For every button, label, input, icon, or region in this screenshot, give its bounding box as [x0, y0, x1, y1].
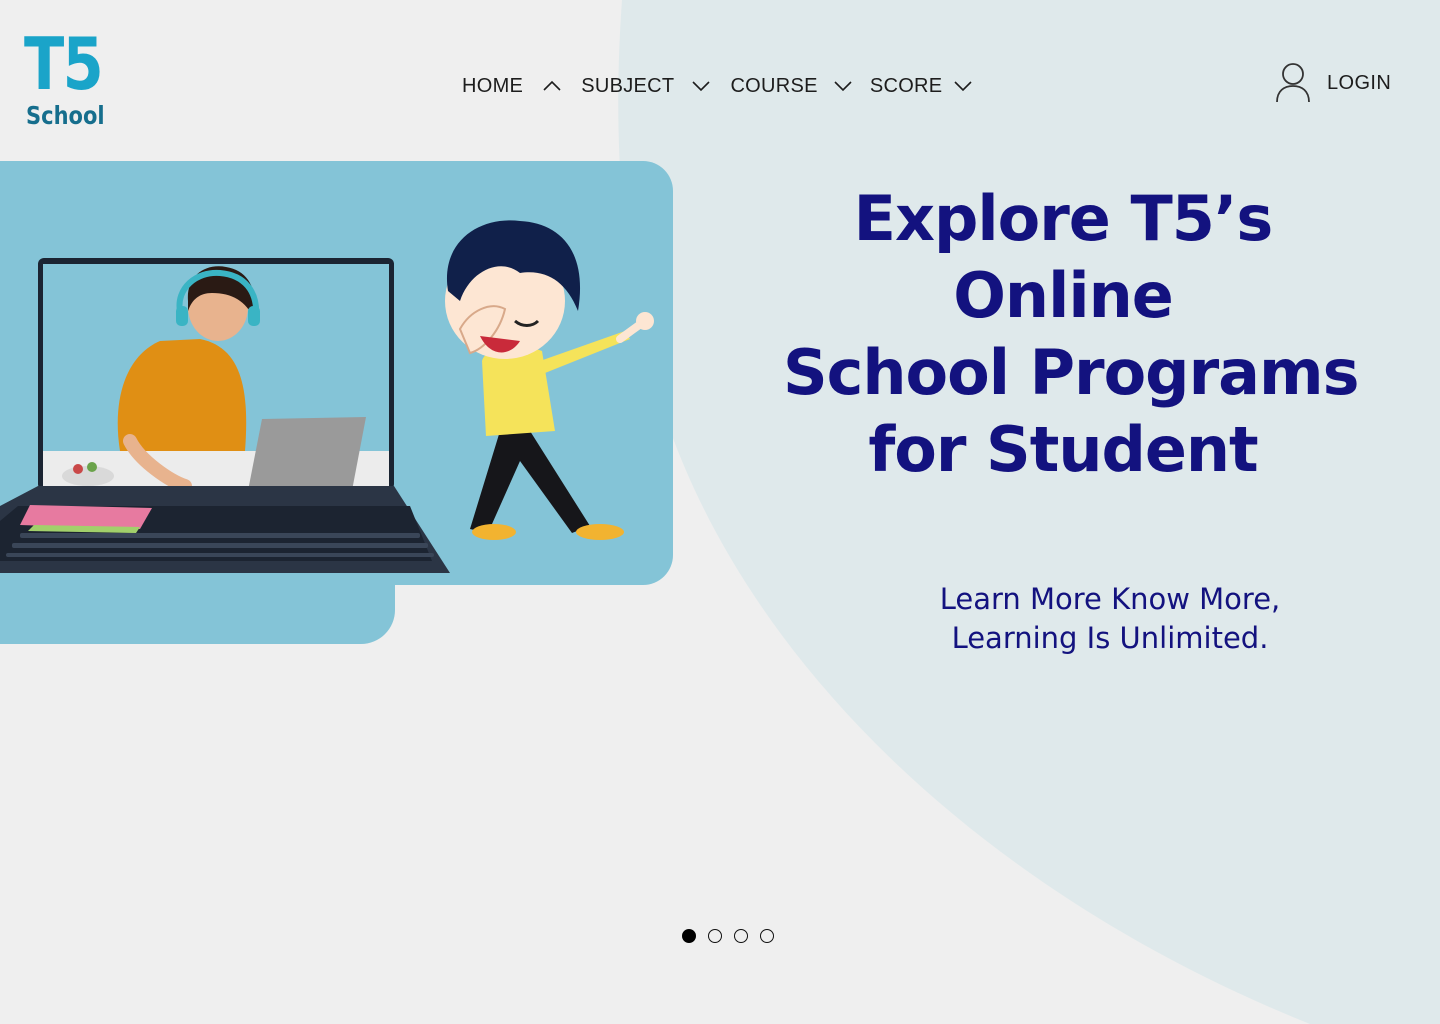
chevron-down-icon: [954, 81, 973, 92]
brand-logo[interactable]: T5 School: [24, 22, 105, 130]
carousel-dots: [682, 929, 774, 943]
nav-item-subject[interactable]: SUBJECT: [581, 75, 730, 98]
hero-illustration: [0, 220, 654, 573]
login-button[interactable]: LOGIN: [1275, 62, 1391, 104]
hero-headline-line-1: Explore T5’s: [853, 182, 1274, 255]
hero-image: [0, 161, 673, 585]
hero-headline-line-2: Online: [953, 259, 1174, 332]
cartoon-boy: [445, 220, 654, 540]
nav-item-course[interactable]: COURSE: [730, 75, 869, 98]
hero-tagline-line-1: Learn More Know More,: [939, 582, 1281, 616]
brand-mark: T5: [24, 22, 104, 106]
hero-headline: Explore T5’s Online School Programs for …: [783, 180, 1359, 488]
hero-headline-line-3: School Programs: [783, 336, 1359, 409]
hero-headline-line-4: for Student: [868, 413, 1258, 486]
hero-tagline-line-2: Learning Is Unlimited.: [951, 621, 1269, 655]
login-label: LOGIN: [1327, 71, 1392, 94]
carousel-dot-4[interactable]: [760, 929, 774, 943]
nav-item-course-label: COURSE: [730, 74, 818, 97]
nav-item-subject-label: SUBJECT: [581, 74, 675, 97]
carousel-dot-3[interactable]: [734, 929, 748, 943]
carousel-dot-1[interactable]: [682, 929, 696, 943]
chevron-down-icon: [692, 81, 711, 92]
chevron-up-icon: [543, 80, 561, 91]
chevron-down-icon: [834, 81, 852, 92]
user-icon: [1276, 63, 1310, 103]
hero-tagline: Learn More Know More, Learning Is Unlimi…: [900, 580, 1320, 658]
main-nav: HOME SUBJECT COURSE SCORE: [462, 72, 973, 100]
brand-name: School: [26, 101, 105, 130]
nav-item-home[interactable]: HOME: [462, 75, 581, 98]
nav-item-score-label: SCORE: [869, 74, 943, 97]
nav-item-score[interactable]: SCORE: [870, 75, 973, 98]
nav-item-home-label: HOME: [462, 74, 524, 97]
carousel-dot-2[interactable]: [708, 929, 722, 943]
